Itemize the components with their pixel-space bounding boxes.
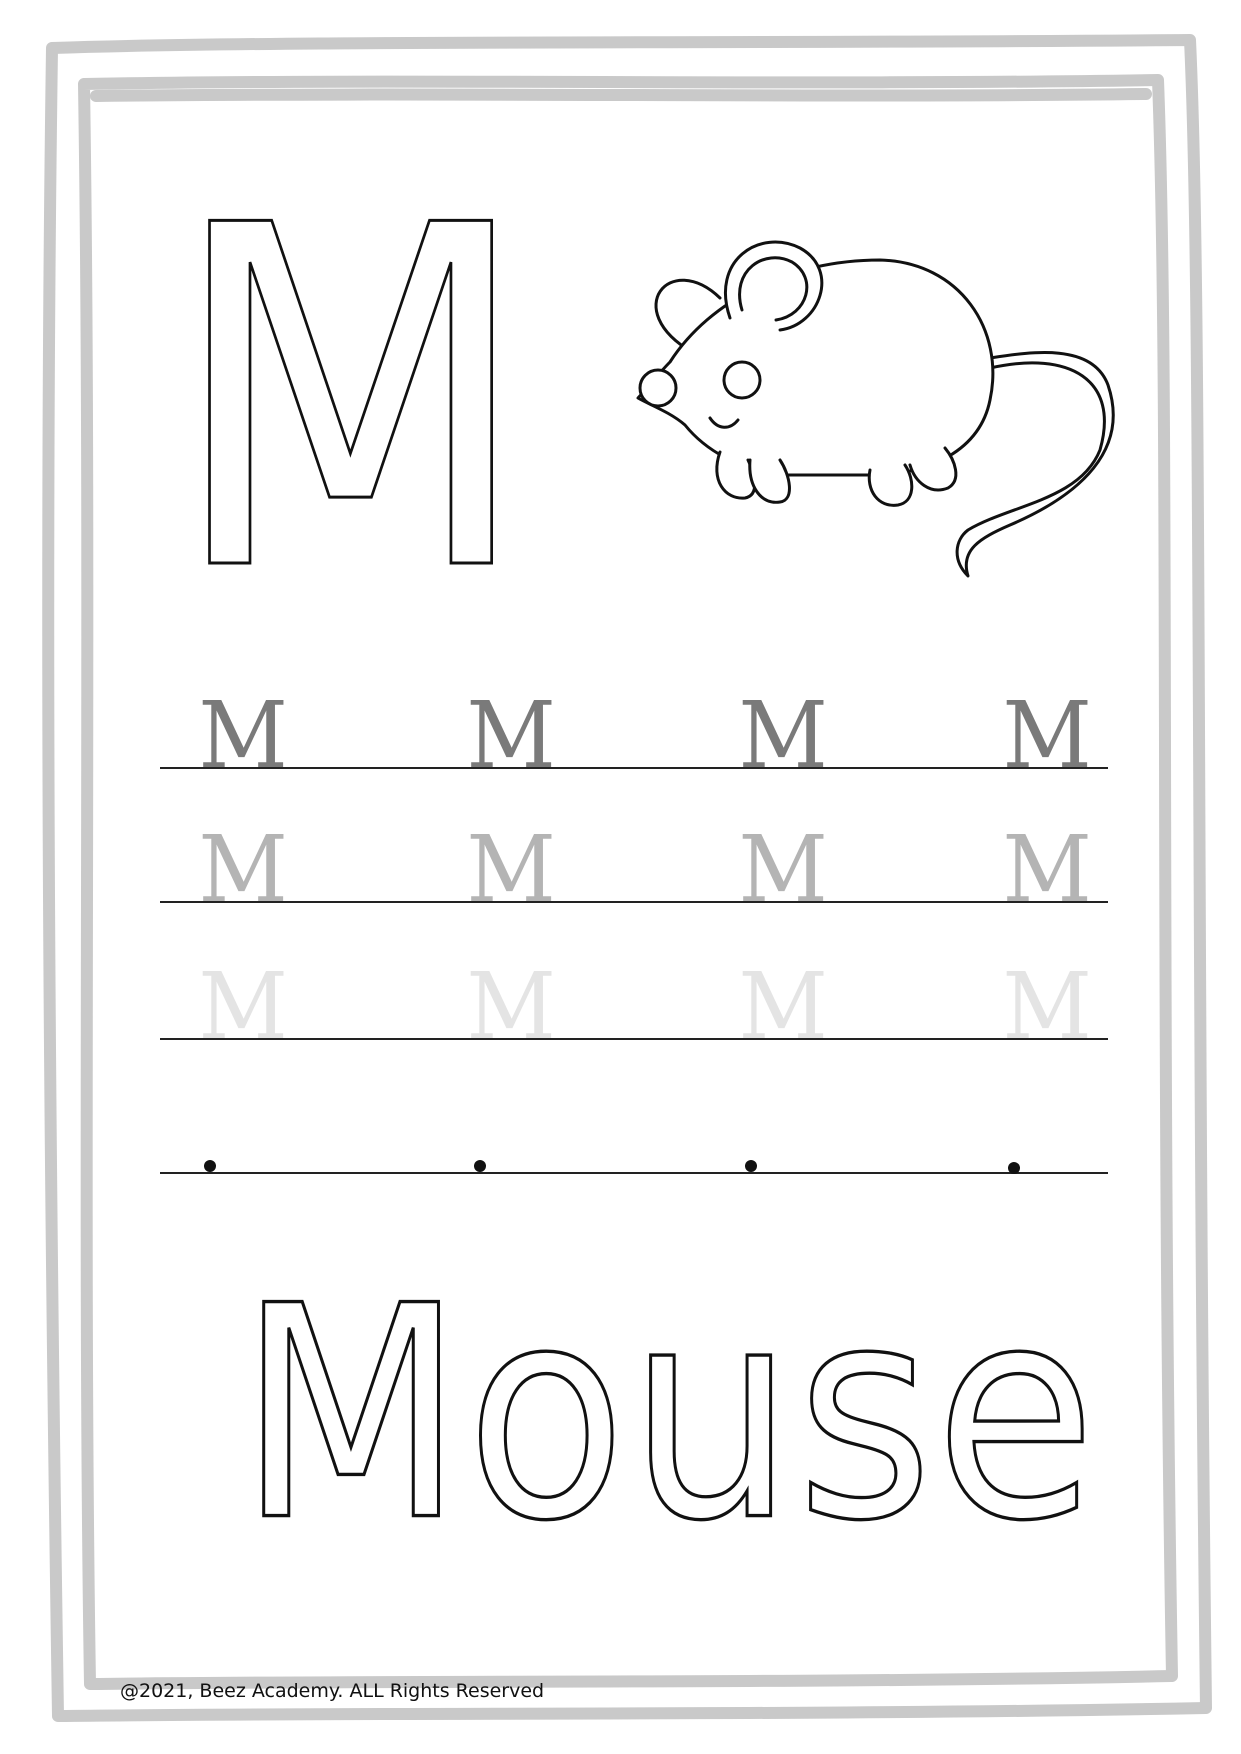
writing-line xyxy=(160,901,1108,903)
start-dot xyxy=(745,1160,757,1172)
headline-word: Mouse xyxy=(236,1243,1099,1585)
start-dot xyxy=(204,1160,216,1172)
headline-letter: M xyxy=(167,127,535,674)
trace-letter: M xyxy=(738,816,828,923)
start-dot xyxy=(1008,1162,1020,1174)
trace-letter: M xyxy=(1002,682,1092,789)
writing-line xyxy=(160,1172,1108,1174)
trace-letter: M xyxy=(1002,816,1092,923)
trace-letter: M xyxy=(198,682,288,789)
trace-letter: M xyxy=(466,816,556,923)
writing-line xyxy=(160,1038,1108,1040)
trace-letter: M xyxy=(1002,953,1092,1060)
trace-letter: M xyxy=(198,816,288,923)
trace-letter: M xyxy=(738,953,828,1060)
trace-letter: M xyxy=(466,953,556,1060)
trace-letter: M xyxy=(198,953,288,1060)
trace-letter: M xyxy=(466,682,556,789)
writing-line xyxy=(160,767,1108,769)
copyright-footer: @2021, Beez Academy. ALL Rights Reserved xyxy=(120,1680,545,1702)
trace-letter: M xyxy=(738,682,828,789)
mouse-illustration xyxy=(636,240,1115,578)
start-dot xyxy=(474,1160,486,1172)
